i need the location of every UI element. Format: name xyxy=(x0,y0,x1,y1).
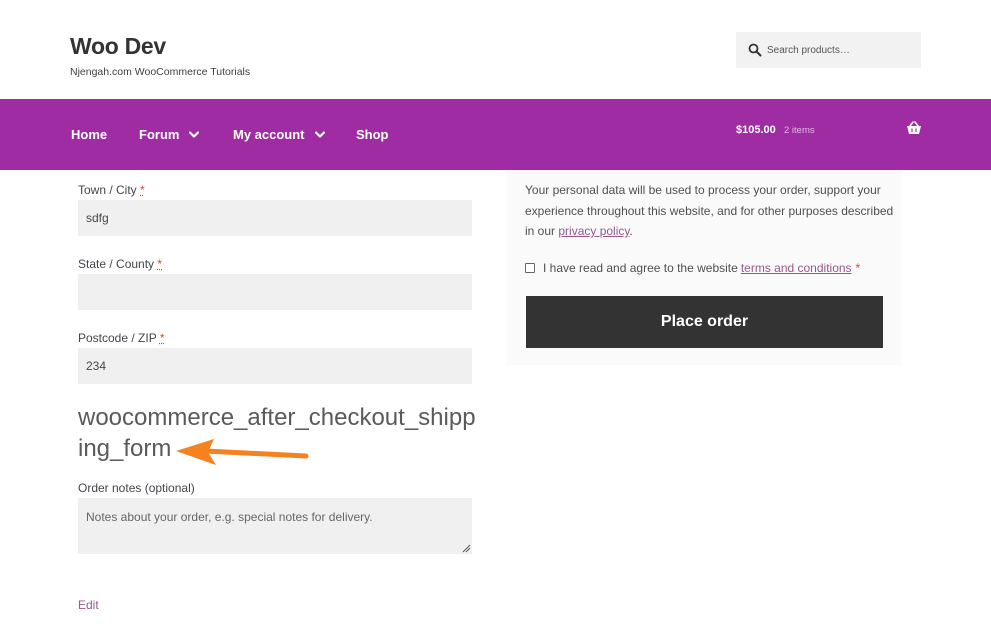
nav-item-forum[interactable]: Forum xyxy=(139,127,200,142)
privacy-notice: Your personal data will be used to proce… xyxy=(525,180,895,242)
state-county-input[interactable] xyxy=(78,274,472,310)
nav-item-home[interactable]: Home xyxy=(71,127,107,142)
required-indicator: * xyxy=(855,261,861,275)
site-title[interactable]: Woo Dev xyxy=(70,33,166,60)
nav-item-my-account[interactable]: My account xyxy=(233,127,325,142)
primary-navigation: Home Forum My account Shop $105.00 2 ite… xyxy=(0,99,991,170)
terms-label: I have read and agree to the website xyxy=(543,261,738,275)
search-input[interactable] xyxy=(767,44,907,56)
cart-item-count[interactable]: 2 items xyxy=(784,125,815,136)
privacy-policy-link[interactable]: privacy policy xyxy=(558,224,629,238)
nav-item-shop[interactable]: Shop xyxy=(356,127,389,142)
search-icon xyxy=(748,43,762,57)
edit-link[interactable]: Edit xyxy=(78,598,99,612)
terms-row: I have read and agree to the website ter… xyxy=(525,261,860,275)
postcode-zip-input[interactable] xyxy=(78,348,472,384)
basket-icon[interactable] xyxy=(906,121,922,135)
postcode-zip-label: Postcode / ZIP * xyxy=(78,331,165,345)
terms-and-conditions-link[interactable]: terms and conditions xyxy=(741,261,852,275)
place-order-button[interactable]: Place order xyxy=(526,296,883,348)
site-tagline: Njengah.com WooCommerce Tutorials xyxy=(70,66,251,78)
order-notes-label: Order notes (optional) xyxy=(78,481,195,495)
order-notes-textarea[interactable] xyxy=(78,498,472,554)
chevron-down-icon[interactable] xyxy=(189,131,200,138)
resize-grip-icon[interactable] xyxy=(461,543,471,553)
privacy-notice-end: . xyxy=(629,224,633,238)
required-indicator: * xyxy=(157,257,163,271)
arrow-annotation-icon xyxy=(176,439,309,465)
site-header: Woo Dev Njengah.com WooCommerce Tutorial… xyxy=(0,0,991,99)
state-county-label: State / County * xyxy=(78,257,162,271)
town-city-label: Town / City * xyxy=(78,183,145,197)
state-county-label-text: State / County xyxy=(78,257,155,271)
required-indicator: * xyxy=(140,183,145,197)
postcode-zip-label-text: Postcode / ZIP xyxy=(78,331,157,345)
search-box[interactable] xyxy=(736,32,921,68)
nav-item-label: Shop xyxy=(356,127,389,142)
nav-item-label: My account xyxy=(233,127,305,142)
nav-item-label: Forum xyxy=(139,127,180,142)
cart-total[interactable]: $105.00 xyxy=(736,124,776,136)
town-city-input[interactable] xyxy=(78,200,472,236)
chevron-down-icon[interactable] xyxy=(314,131,325,138)
nav-item-label: Home xyxy=(71,127,108,142)
town-city-label-text: Town / City xyxy=(78,183,137,197)
required-indicator: * xyxy=(159,331,165,345)
terms-checkbox[interactable] xyxy=(525,263,535,273)
